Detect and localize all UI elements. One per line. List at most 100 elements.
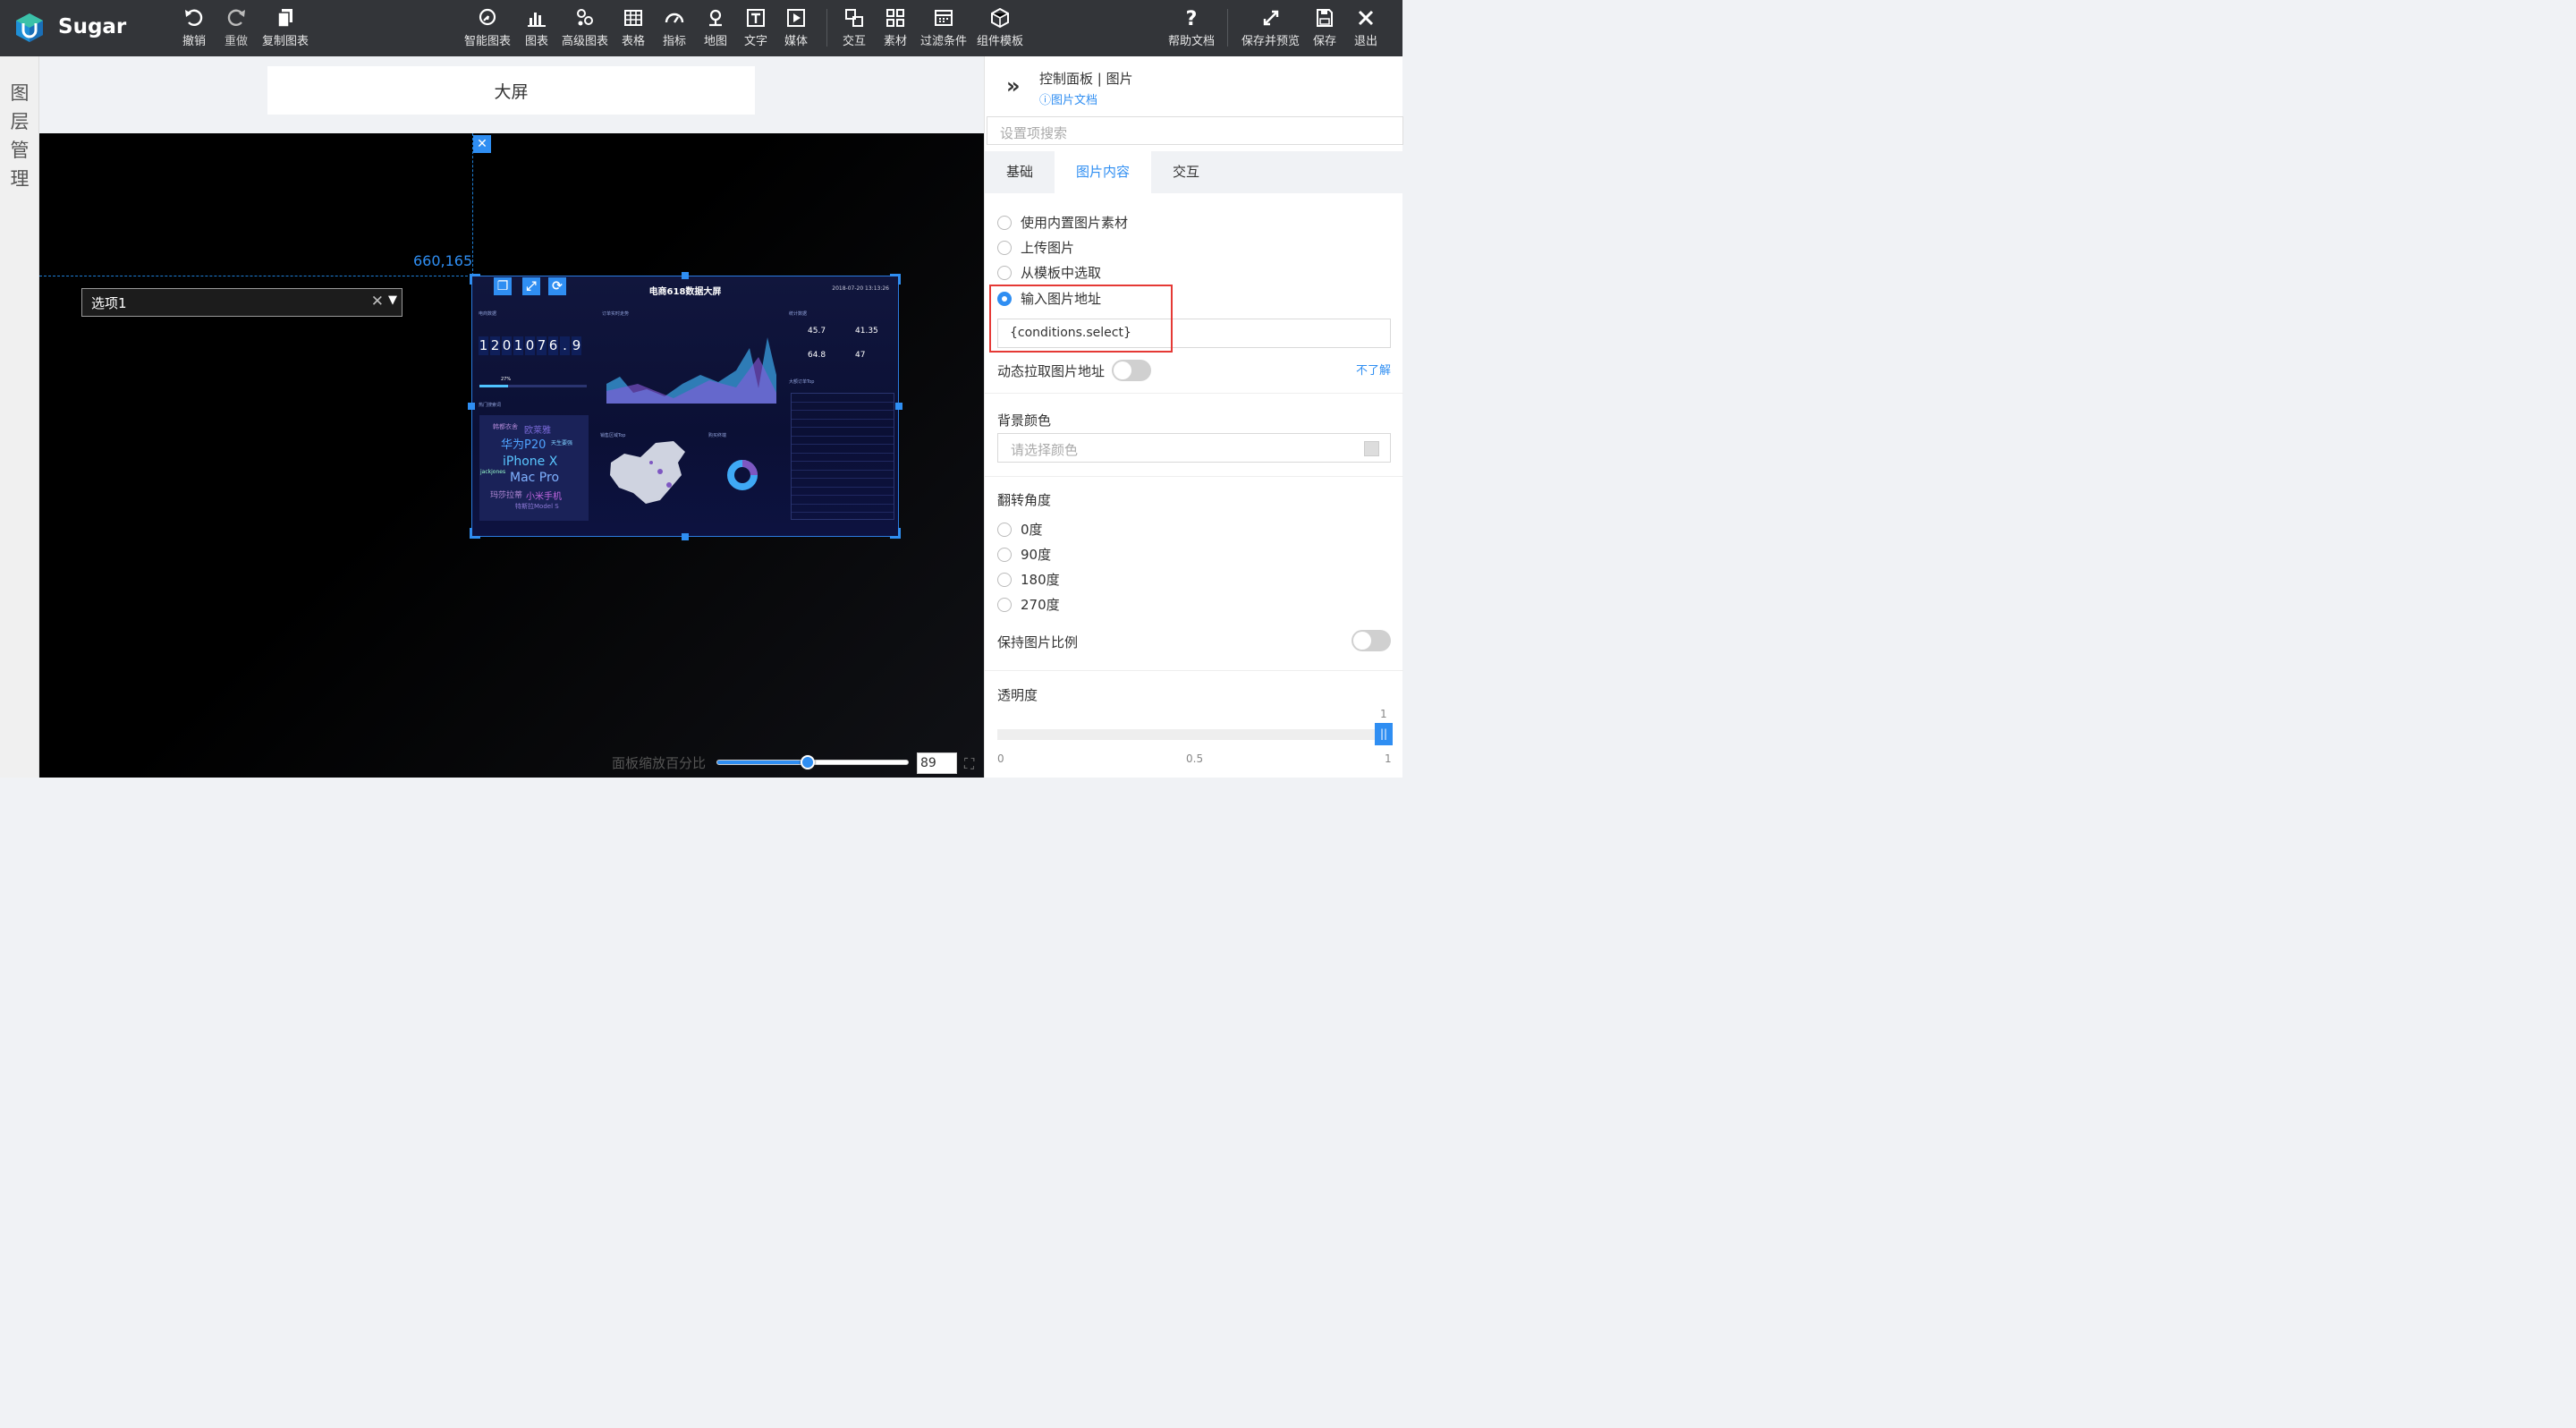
- layer-panel-tab[interactable]: 图层管理: [0, 56, 39, 778]
- kpi-value: 41.35: [855, 327, 878, 336]
- component-template-label: 组件模板: [977, 35, 1024, 48]
- control-panel: » 控制面板 | 图片 ⓘ图片文档 设置项搜索 基础 图片内容 交互 使用内置图…: [984, 56, 1403, 778]
- radio-button[interactable]: [997, 597, 1012, 612]
- radio-button[interactable]: [997, 547, 1012, 562]
- save-icon: [1317, 9, 1333, 27]
- advanced-chart-button[interactable]: 高级图表: [562, 7, 608, 52]
- fullscreen-icon[interactable]: ⛶: [964, 755, 974, 773]
- progress-fill: [479, 385, 509, 387]
- trend-label: 订单实时走势: [602, 311, 630, 317]
- collapse-panel-icon[interactable]: »: [1006, 73, 1021, 98]
- chevron-down-icon[interactable]: ▼: [388, 293, 397, 307]
- zoom-slider-fill: [717, 761, 809, 764]
- opacity-label: 透明度: [997, 687, 1038, 703]
- table-button[interactable]: 表格: [622, 7, 645, 52]
- word: 华为P20: [501, 438, 547, 452]
- radio-button[interactable]: [997, 240, 1012, 255]
- stats-label: 统计数据: [789, 311, 808, 317]
- keep-ratio-toggle[interactable]: [1352, 630, 1391, 651]
- radio-button[interactable]: [997, 265, 1012, 280]
- rotate-option-0[interactable]: 0度: [997, 520, 1043, 539]
- dashboard-title[interactable]: 大屏: [267, 66, 755, 115]
- map-label: 地图: [704, 35, 728, 48]
- resize-handle[interactable]: [682, 272, 689, 279]
- background-color-input[interactable]: 请选择颜色: [997, 433, 1391, 463]
- filter-select[interactable]: 选项1 ✕ ▼: [81, 288, 402, 317]
- trend-chart: [606, 337, 776, 404]
- copy-component-button[interactable]: ❐: [494, 277, 512, 295]
- zoom-input[interactable]: 89: [917, 752, 957, 774]
- zoom-slider-handle[interactable]: [801, 755, 816, 769]
- chart-button[interactable]: 图表: [525, 7, 548, 52]
- refresh-component-button[interactable]: ⟳: [548, 277, 566, 295]
- source-option-builtin[interactable]: 使用内置图片素材: [997, 213, 1128, 232]
- copy-chart-button[interactable]: 复制图表: [262, 7, 309, 52]
- opacity-slider[interactable]: [997, 729, 1391, 740]
- radio-button[interactable]: [997, 572, 1012, 587]
- hot-search-label: 热门搜索词: [479, 403, 502, 408]
- progress-bar: [479, 385, 587, 387]
- radio-button[interactable]: [997, 522, 1012, 537]
- image-date: 2018-07-20 13:13:26: [832, 285, 889, 292]
- image-component[interactable]: 电商618数据大屏 2018-07-20 13:13:26 电商数据 1 2 0…: [471, 276, 899, 537]
- zoom-slider[interactable]: [716, 755, 909, 769]
- undo-button[interactable]: 撤销: [182, 7, 206, 52]
- material-label: 素材: [884, 35, 908, 48]
- filter-button[interactable]: 过滤条件: [920, 7, 967, 52]
- top-orders-label: 大额订单Top: [789, 379, 815, 385]
- tab-interaction[interactable]: 交互: [1151, 151, 1221, 193]
- save-button[interactable]: 保存: [1313, 7, 1336, 52]
- interaction-icon: [845, 9, 863, 27]
- help-circle-icon: ⓘ: [1039, 94, 1052, 107]
- color-swatch[interactable]: [1364, 441, 1379, 456]
- source-option-template[interactable]: 从模板中选取: [997, 263, 1101, 282]
- image-doc-link[interactable]: ⓘ图片文档: [1039, 90, 1097, 107]
- source-option-upload[interactable]: 上传图片: [997, 238, 1074, 257]
- resize-handle[interactable]: [468, 403, 475, 410]
- resize-handle[interactable]: [682, 533, 689, 540]
- position-readout: 660,165: [413, 252, 473, 269]
- word-cloud: 韩都衣舍 欧莱雅 华为P20 天生要强 iPhone X jackjones M…: [479, 415, 589, 521]
- opacity-slider-handle[interactable]: ||: [1375, 723, 1393, 745]
- save-preview-button[interactable]: 保存并预览: [1241, 7, 1300, 52]
- panel-tabs: 基础 图片内容 交互: [985, 151, 1403, 193]
- text-button[interactable]: 文字: [744, 7, 767, 52]
- zoom-label: 面板缩放百分比: [612, 755, 707, 771]
- map-button[interactable]: 地图: [704, 7, 727, 52]
- tab-image-content[interactable]: 图片内容: [1055, 151, 1152, 193]
- rotate-option-90[interactable]: 90度: [997, 545, 1051, 564]
- clear-icon[interactable]: ✕: [371, 293, 384, 310]
- divider: [985, 476, 1403, 477]
- keep-ratio-label: 保持图片比例: [997, 634, 1079, 650]
- top-toolbar: Sugar 撤销 重做 复制图表 智能图表 图表 高级图表 表格 指标 地图 文…: [0, 0, 1402, 56]
- learn-more-link[interactable]: 不了解: [1356, 361, 1391, 378]
- word: Mac Pro: [510, 471, 560, 485]
- filter-icon: [935, 10, 953, 26]
- fullscreen-component-button[interactable]: ⤢: [522, 277, 540, 295]
- component-template-button[interactable]: 组件模板: [977, 7, 1023, 52]
- rotate-option-180[interactable]: 180度: [997, 570, 1060, 589]
- settings-search-input[interactable]: 设置项搜索: [987, 116, 1403, 145]
- exit-button[interactable]: 退出: [1354, 7, 1377, 52]
- rotate-option-270[interactable]: 270度: [997, 595, 1060, 614]
- redo-label: 重做: [225, 35, 249, 48]
- indicator-button[interactable]: 指标: [663, 7, 686, 52]
- radio-button[interactable]: [997, 215, 1012, 230]
- dynamic-url-toggle[interactable]: [1112, 360, 1151, 381]
- tab-basic[interactable]: 基础: [985, 151, 1055, 193]
- help-doc-button[interactable]: ? 帮助文档: [1168, 7, 1215, 52]
- smart-chart-icon: [479, 8, 496, 26]
- canvas[interactable]: 660,165 选项1 ✕ ▼ 电商618数据大屏 2018-07-20 13:…: [39, 133, 984, 778]
- word: 玛莎拉蒂: [490, 491, 523, 500]
- table-label: 表格: [622, 35, 646, 48]
- china-map: [610, 441, 685, 504]
- media-button[interactable]: 媒体: [784, 7, 808, 52]
- resize-handle[interactable]: [895, 403, 902, 410]
- close-icon: [1358, 10, 1374, 26]
- interaction-button[interactable]: 交互: [843, 7, 866, 52]
- smart-chart-button[interactable]: 智能图表: [464, 7, 511, 52]
- radio-label: 0度: [1021, 522, 1043, 538]
- redo-button[interactable]: 重做: [225, 7, 248, 52]
- delete-component-button[interactable]: ✕: [473, 135, 491, 153]
- material-button[interactable]: 素材: [884, 7, 907, 52]
